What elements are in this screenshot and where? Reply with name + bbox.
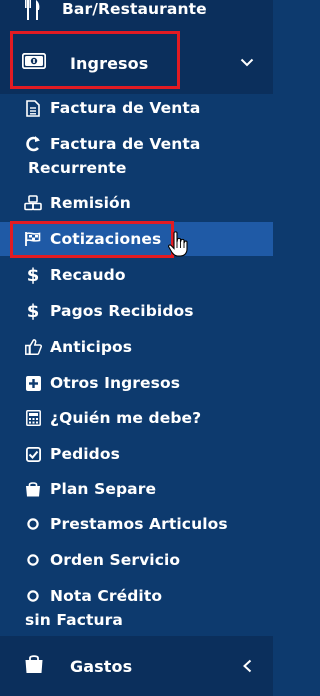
file-text-icon [24, 91, 42, 125]
submenu-item-label: Plan Separe [50, 480, 157, 498]
submenu-item-label: Orden Servicio [50, 551, 181, 569]
submenu-item-recaudo[interactable]: $ Recaudo [0, 258, 273, 292]
submenu-item-pedidos[interactable]: Pedidos [0, 437, 273, 471]
menu-section-gastos[interactable]: Gastos [0, 636, 273, 696]
submenu-item-anticipos[interactable]: Anticipos [0, 330, 273, 364]
submenu-item-quien-me-debe[interactable]: ¿Quién me debe? [0, 401, 273, 435]
menu-section-label: Gastos [70, 657, 133, 676]
circle-icon [24, 543, 42, 577]
chevron-left-icon[interactable] [240, 658, 254, 674]
submenu-item-label: Recaudo [50, 266, 126, 284]
submenu-item-label: Pagos Recibidos [50, 302, 194, 320]
flag-icon [24, 222, 42, 256]
submenu-item-orden-servicio[interactable]: Orden Servicio [0, 543, 273, 577]
submenu-item-prestamos-articulos[interactable]: Prestamos Articulos [0, 507, 273, 541]
submenu-item-plan-separe[interactable]: Plan Separe [0, 472, 273, 506]
submenu-item-label: Remisión [50, 194, 131, 212]
menu-section-label: Ingresos [70, 54, 149, 73]
hand-cursor-icon [167, 230, 189, 258]
menu-item-label: Bar/Restaurante [62, 0, 207, 18]
money-bill-icon [22, 52, 46, 70]
sidebar: Bar/Restaurante Ingresos Factura de Vent… [0, 0, 273, 696]
submenu-item-label: Anticipos [50, 338, 133, 356]
submenu-item-label: Factura de Venta [50, 135, 201, 153]
submenu-item-cotizaciones[interactable]: Cotizaciones [0, 222, 273, 256]
submenu-item-label: Cotizaciones [50, 230, 162, 248]
shopping-bag-icon [24, 472, 42, 506]
circle-icon [24, 507, 42, 541]
cubes-icon [24, 186, 42, 220]
menu-item-bar-restaurante[interactable]: Bar/Restaurante [0, 0, 273, 28]
submenu-item-factura-venta-recurrente[interactable]: Factura de Venta Recurrente [0, 127, 273, 185]
check-square-icon [24, 437, 42, 471]
submenu-item-nota-credito[interactable]: Nota Crédito sin Factura [0, 579, 273, 633]
submenu-item-label: Prestamos Articulos [50, 515, 228, 533]
dollar-icon: $ [26, 300, 40, 322]
submenu-item-remision[interactable]: Remisión [0, 186, 273, 220]
submenu-item-label: Otros Ingresos [50, 374, 181, 392]
shopping-bag-icon [23, 653, 45, 675]
chevron-down-icon[interactable] [238, 55, 256, 69]
plus-square-icon [24, 366, 42, 400]
circle-icon [24, 579, 42, 613]
submenu-item-label: Pedidos [50, 445, 120, 463]
submenu-item-label: Factura de Venta [50, 99, 201, 117]
refresh-icon [24, 127, 42, 161]
dollar-icon: $ [26, 264, 40, 286]
menu-section-ingresos[interactable]: Ingresos [0, 28, 273, 94]
submenu-item-label: ¿Quién me debe? [50, 409, 202, 427]
submenu-item-label-line2: sin Factura [25, 611, 123, 629]
submenu-item-otros-ingresos[interactable]: Otros Ingresos [0, 366, 273, 400]
thumbs-up-icon [24, 330, 42, 364]
submenu-item-label: Nota Crédito [50, 587, 163, 605]
submenu-item-factura-venta[interactable]: Factura de Venta [0, 91, 273, 125]
submenu-item-pagos-recibidos[interactable]: $ Pagos Recibidos [0, 294, 273, 328]
calculator-icon [24, 401, 42, 435]
submenu-item-label-line2: Recurrente [28, 159, 127, 177]
utensils-icon [24, 0, 42, 20]
